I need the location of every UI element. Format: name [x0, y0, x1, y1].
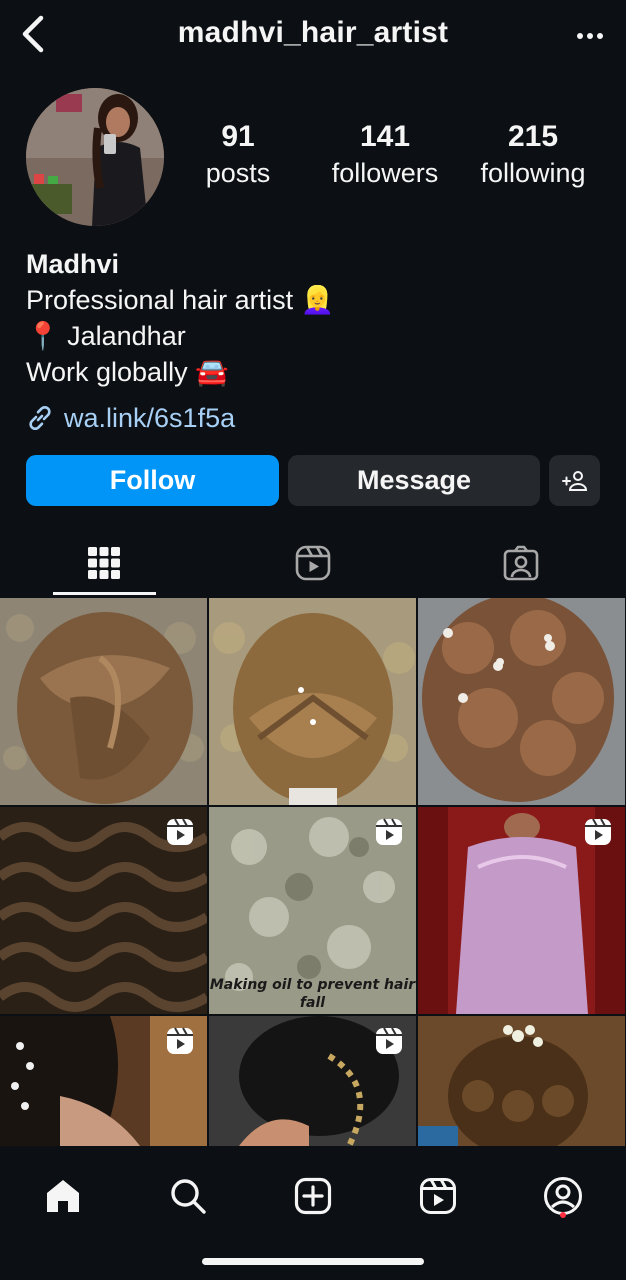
- top-bar: madhvi_hair_artist: [0, 0, 626, 72]
- post-tile[interactable]: [0, 807, 207, 1014]
- posts-grid: Making oil to prevent hair fall: [0, 598, 626, 1146]
- bio-link[interactable]: wa.link/6s1f5a: [26, 400, 235, 436]
- following-stat[interactable]: 215 following: [458, 118, 608, 190]
- reels-icon: [295, 545, 331, 581]
- tab-reels[interactable]: [209, 530, 417, 596]
- following-count: 215: [507, 120, 559, 153]
- post-tile[interactable]: [418, 807, 625, 1014]
- more-options-button[interactable]: [568, 18, 612, 54]
- home-icon: [47, 1180, 79, 1212]
- bio-line: Work globally 🚘: [26, 357, 229, 387]
- post-tile[interactable]: [0, 598, 207, 805]
- profile-tabs: [0, 530, 626, 598]
- post-tile[interactable]: [0, 1016, 207, 1146]
- nav-search[interactable]: [158, 1168, 218, 1224]
- message-button[interactable]: Message: [288, 455, 540, 506]
- active-tab-indicator: [53, 592, 156, 595]
- post-tile[interactable]: Making oil to prevent hair fall: [209, 807, 416, 1014]
- posts-label: posts: [205, 158, 271, 188]
- reel-badge-icon: [167, 1027, 193, 1054]
- tagged-icon: [503, 545, 539, 581]
- link-icon: [29, 405, 51, 431]
- notification-dot: [560, 1212, 566, 1218]
- grid-icon: [88, 547, 120, 579]
- bio-line: 📍 Jalandhar: [26, 321, 186, 351]
- tab-tagged[interactable]: [417, 530, 625, 596]
- profile-avatar[interactable]: [26, 88, 164, 226]
- reel-badge-icon: [376, 818, 402, 845]
- posts-stat[interactable]: 91 posts: [163, 118, 313, 190]
- profile-username: madhvi_hair_artist: [177, 16, 449, 49]
- following-label: following: [480, 158, 586, 188]
- add-user-icon: [561, 470, 587, 491]
- search-icon: [171, 1179, 206, 1214]
- post-thumbnail: [209, 598, 416, 805]
- tab-grid[interactable]: [0, 530, 208, 596]
- followers-label: followers: [331, 158, 439, 188]
- reel-badge-icon: [376, 1027, 402, 1054]
- create-icon: [294, 1177, 332, 1215]
- nav-reels[interactable]: [408, 1168, 468, 1224]
- bio-line: Professional hair artist 👱‍♀️: [26, 285, 335, 315]
- followers-count: 141: [359, 120, 411, 153]
- nav-home[interactable]: [33, 1168, 93, 1224]
- reel-badge-icon: [167, 818, 193, 845]
- more-horizontal-icon: [577, 33, 603, 39]
- post-thumbnail: [418, 1016, 625, 1146]
- post-tile[interactable]: [418, 598, 625, 805]
- posts-count: 91: [221, 120, 255, 153]
- suggest-users-button[interactable]: [549, 455, 600, 506]
- post-tile[interactable]: [209, 598, 416, 805]
- nav-create[interactable]: [283, 1168, 343, 1224]
- post-caption: Making oil to prevent hair fall: [209, 977, 416, 1011]
- reels-icon: [420, 1178, 456, 1214]
- bottom-nav: [0, 1146, 626, 1280]
- followers-stat[interactable]: 141 followers: [310, 118, 460, 190]
- follow-button[interactable]: Follow: [26, 455, 279, 506]
- profile-icon: [544, 1177, 582, 1215]
- avatar-image: [26, 88, 164, 226]
- reel-badge-icon: [585, 818, 611, 845]
- post-tile[interactable]: [209, 1016, 416, 1146]
- display-name: Madhvi: [26, 249, 120, 279]
- post-tile[interactable]: [418, 1016, 625, 1146]
- post-thumbnail: [418, 598, 625, 805]
- profile-bio: Madhvi Professional hair artist 👱‍♀️ 📍 J…: [26, 246, 586, 390]
- post-thumbnail: [0, 598, 207, 805]
- bio-link-text: wa.link/6s1f5a: [64, 402, 236, 433]
- home-indicator[interactable]: [202, 1258, 424, 1265]
